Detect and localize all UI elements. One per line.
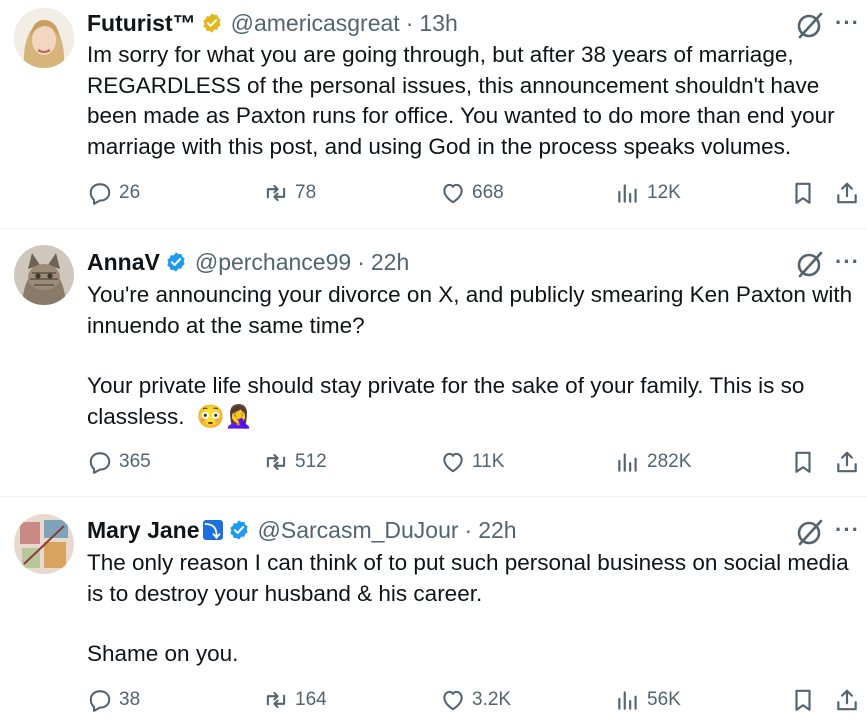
- views-button[interactable]: 12K: [615, 180, 681, 206]
- heart-icon: [443, 690, 463, 711]
- avatar-image: [14, 8, 74, 68]
- views-chart-icon: [618, 691, 637, 710]
- avatar[interactable]: [14, 514, 74, 574]
- bookmark-button[interactable]: [790, 180, 816, 211]
- timestamp[interactable]: 22h: [478, 517, 516, 544]
- views-chart-icon: [618, 453, 637, 472]
- display-name[interactable]: Mary Jane: [87, 517, 200, 544]
- repost-button[interactable]: 512: [263, 449, 327, 475]
- like-count: 11K: [472, 451, 505, 472]
- separator-dot: ·: [405, 9, 414, 36]
- tweet-paragraph: You're announcing your divorce on X, and…: [87, 282, 853, 338]
- reply-count: 38: [119, 689, 141, 710]
- tweet-actions: 38 164 3.2K 56K: [0, 687, 867, 717]
- separator-dot: ·: [464, 516, 473, 543]
- reply-icon: [89, 452, 111, 474]
- display-name[interactable]: AnnaV: [87, 249, 160, 276]
- reply-icon: [89, 183, 111, 205]
- like-button[interactable]: 11K: [440, 449, 504, 475]
- views-chart-icon: [618, 184, 637, 203]
- tweet-text: You're announcing your divorce on X, and…: [87, 280, 857, 433]
- bookmark-button[interactable]: [790, 449, 816, 480]
- more-options-icon[interactable]: ···: [835, 10, 860, 36]
- tweet-paragraph: Im sorry for what you are going through,…: [87, 42, 835, 159]
- share-icon: [837, 689, 857, 711]
- bookmark-button[interactable]: [790, 687, 816, 718]
- like-count: 668: [472, 182, 504, 203]
- timestamp[interactable]: 22h: [371, 249, 409, 276]
- user-handle[interactable]: @Sarcasm_DuJour: [258, 517, 459, 544]
- tweet-paragraph-text: Your private life should stay private fo…: [87, 373, 805, 429]
- repost-button[interactable]: 78: [263, 180, 316, 206]
- verified-gold-badge-icon[interactable]: [201, 12, 223, 34]
- bookmark-icon: [795, 689, 811, 711]
- bookmark-icon: [795, 451, 811, 473]
- timestamp[interactable]: 13h: [419, 10, 457, 37]
- share-button[interactable]: [834, 180, 860, 211]
- share-icon: [837, 182, 857, 204]
- share-button[interactable]: [834, 449, 860, 480]
- more-options-icon[interactable]: ···: [835, 517, 860, 543]
- heart-icon: [443, 183, 463, 204]
- tweet-header: Futurist™ @americasgreat · 13h: [87, 8, 458, 38]
- tweet-text: The only reason I can think of to put su…: [87, 548, 857, 670]
- views-count: 56K: [647, 689, 681, 710]
- repost-icon: [266, 453, 286, 471]
- views-count: 12K: [647, 182, 681, 203]
- grok-icon[interactable]: [795, 249, 825, 279]
- repost-count: 78: [295, 182, 317, 203]
- like-button[interactable]: 3.2K: [440, 687, 511, 713]
- views-button[interactable]: 56K: [615, 687, 681, 713]
- share-icon: [837, 451, 857, 473]
- avatar-image: [14, 514, 74, 574]
- verified-blue-badge-icon[interactable]: [165, 251, 187, 273]
- avatar[interactable]: [14, 8, 74, 68]
- views-button[interactable]: 282K: [615, 449, 691, 475]
- tweet-header: AnnaV @perchance99 · 22h: [87, 247, 409, 277]
- tweet-paragraph: Your private life should stay private fo…: [87, 371, 857, 433]
- bookmark-icon: [795, 182, 811, 204]
- tweet[interactable]: Futurist™ @americasgreat · 13h ··· Im so…: [0, 0, 867, 227]
- tweet-text: Im sorry for what you are going through,…: [87, 40, 857, 162]
- tweet-actions: 26 78 668 12K: [0, 180, 867, 210]
- reply-button[interactable]: 365: [87, 449, 151, 475]
- user-handle[interactable]: @perchance99: [195, 249, 351, 276]
- reply-count: 365: [119, 451, 151, 472]
- share-button[interactable]: [834, 687, 860, 718]
- like-count: 3.2K: [472, 689, 512, 710]
- reply-count: 26: [119, 182, 141, 203]
- avatar[interactable]: [14, 245, 74, 305]
- more-options-icon[interactable]: ···: [835, 249, 860, 275]
- avatar-image: [14, 245, 74, 305]
- tweet[interactable]: AnnaV @perchance99 · 22h ··· You're anno…: [0, 229, 867, 495]
- separator-dot: ·: [357, 248, 365, 275]
- repost-icon: [266, 691, 286, 709]
- tweet-header: Mary Jane ⤵ @Sarcasm_DuJour · 22h: [87, 515, 517, 545]
- reply-button[interactable]: 38: [87, 687, 140, 713]
- heart-icon: [443, 452, 463, 473]
- tweet-actions: 365 512 11K 282K: [0, 449, 867, 479]
- tweet[interactable]: Mary Jane ⤵ @Sarcasm_DuJour · 22h ··· Th…: [0, 497, 867, 722]
- user-handle[interactable]: @americasgreat: [231, 10, 400, 37]
- reply-button[interactable]: 26: [87, 180, 140, 206]
- like-button[interactable]: 668: [440, 180, 504, 206]
- tweet-paragraph: The only reason I can think of to put su…: [87, 550, 849, 606]
- emoji-group: 😳🤦‍♀️: [196, 404, 253, 430]
- reply-icon: [89, 690, 111, 712]
- repost-button[interactable]: 164: [263, 687, 327, 713]
- verified-blue-badge-icon[interactable]: [228, 519, 250, 541]
- repost-count: 164: [295, 689, 327, 710]
- grok-icon[interactable]: [795, 517, 825, 547]
- repost-icon: [266, 184, 286, 202]
- display-name[interactable]: Futurist™: [87, 10, 196, 37]
- views-count: 282K: [647, 451, 692, 472]
- grok-icon[interactable]: [795, 10, 825, 40]
- repost-count: 512: [295, 451, 327, 472]
- tweet-paragraph: Shame on you.: [87, 641, 239, 666]
- arrow-down-emoji: ⤵: [202, 520, 223, 541]
